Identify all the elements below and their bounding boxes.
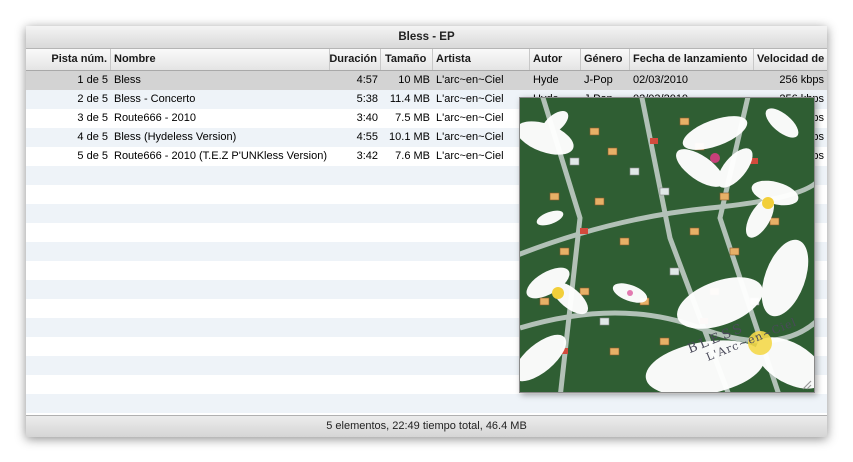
track-number: 3 de 5 (77, 112, 108, 124)
track-number: 1 de 5 (77, 74, 108, 86)
column-header-author[interactable]: Autor (530, 49, 581, 70)
column-header-bar: Pista núm. Nombre Duración Tamaño Artist… (26, 49, 827, 71)
track-artist: L'arc~en~Ciel (436, 131, 504, 143)
track-size: 11.4 MB (389, 93, 430, 105)
track-name: Route666 - 2010 (T.E.Z P'UNKless Version… (114, 150, 328, 162)
column-header-release-date[interactable]: Fecha de lanzamiento (630, 49, 754, 70)
track-number: 5 de 5 (77, 150, 108, 162)
track-duration: 3:42 (356, 150, 378, 162)
column-header-artist[interactable]: Artista (433, 49, 530, 70)
album-cover-image (520, 98, 814, 392)
track-artist: L'arc~en~Ciel (436, 74, 504, 86)
column-header-size[interactable]: Tamaño (382, 49, 433, 70)
status-bar: 5 elementos, 22:49 tiempo total, 46.4 MB (26, 415, 827, 437)
track-author: Hyde (533, 74, 559, 86)
track-genre: J-Pop (584, 74, 613, 86)
track-duration: 4:57 (356, 74, 378, 86)
track-release-date: 02/03/2010 (633, 74, 689, 86)
track-bitrate: 256 kbps (779, 74, 824, 86)
column-header-name[interactable]: Nombre (111, 49, 330, 70)
track-size: 7.5 MB (395, 112, 430, 124)
resize-grip-icon[interactable] (800, 378, 812, 390)
window-title: Bless - EP (26, 26, 827, 49)
track-size: 10.1 MB (389, 131, 430, 143)
track-number: 4 de 5 (77, 131, 108, 143)
track-artist: L'arc~en~Ciel (436, 93, 504, 105)
track-size: 10 MB (398, 74, 430, 86)
track-name: Bless (114, 74, 141, 86)
column-header-genre[interactable]: Género (581, 49, 630, 70)
track-name: Route666 - 2010 (114, 112, 196, 124)
track-row[interactable]: 1 de 5 Bless 4:57 10 MB L'arc~en~Ciel Hyde J-P… (26, 71, 827, 90)
column-header-duration[interactable]: Duración (300, 49, 381, 70)
column-header-bitrate[interactable]: Velocidad de bits (754, 49, 827, 70)
track-number: 2 de 5 (77, 93, 108, 105)
track-duration: 4:55 (356, 131, 378, 143)
track-artist: L'arc~en~Ciel (436, 150, 504, 162)
track-size: 7.6 MB (395, 150, 430, 162)
track-artist: L'arc~en~Ciel (436, 112, 504, 124)
column-header-track[interactable]: Pista núm. (26, 49, 111, 70)
track-name: Bless (Hydeless Version) (114, 131, 237, 143)
track-name: Bless - Concerto (114, 93, 196, 105)
track-duration: 5:38 (356, 93, 378, 105)
album-artwork-viewer[interactable]: BLESS L'Arc~en~Ciel (519, 97, 815, 393)
track-duration: 3:40 (356, 112, 378, 124)
